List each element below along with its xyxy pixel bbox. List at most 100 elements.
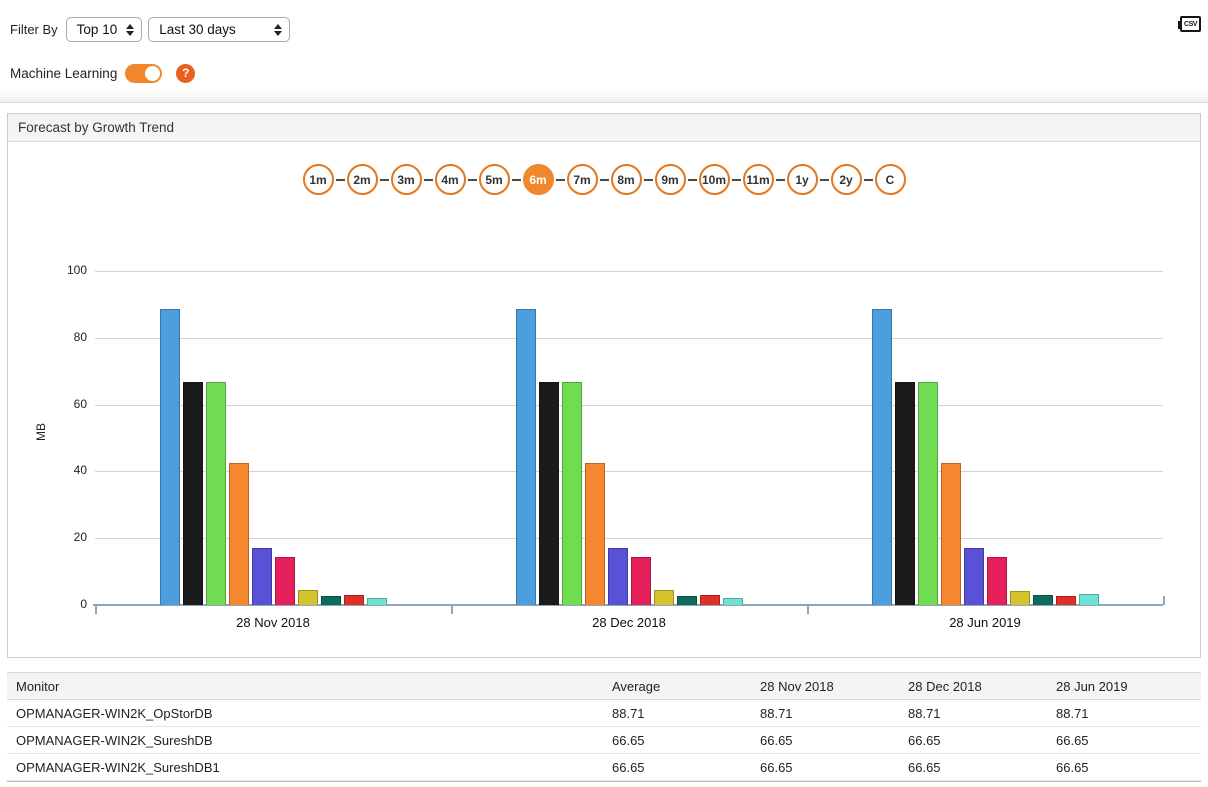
machine-learning-label: Machine Learning [10,65,118,81]
y-axis-label: MB [34,423,48,441]
value-cell: 66.65 [612,732,645,748]
range-button-2m[interactable]: 2m [346,164,378,195]
section-divider [0,90,1208,103]
table-row[interactable]: OPMANAGER-WIN2K_SureshDB1 66.65 66.65 66.65… [7,754,1201,781]
bar[interactable] [1032,594,1053,605]
bar[interactable] [607,548,628,605]
range-button-C[interactable]: C [874,164,906,195]
y-tick-label: 80 [73,329,87,344]
bar[interactable] [963,548,984,605]
x-axis-tick [451,605,453,614]
bar-group-1 [95,271,451,605]
range-connector [511,178,521,181]
bar[interactable] [297,589,318,605]
period-select[interactable]: Last 30 days [148,17,291,42]
range-connector [423,178,433,181]
bar[interactable] [1078,593,1099,605]
value-cell: 66.65 [908,732,941,748]
bar[interactable] [653,589,674,605]
top-n-selected-value: Top 10 [76,22,118,37]
bar[interactable] [871,308,892,605]
bar[interactable] [251,548,272,605]
bar[interactable] [584,463,605,605]
range-connector [731,178,741,181]
value-cell: 66.65 [760,759,793,775]
bar[interactable] [722,597,743,605]
range-connector [643,178,653,181]
x-axis-tick [1163,596,1165,605]
bar[interactable] [182,382,203,605]
range-button-2y[interactable]: 2y [830,164,862,195]
range-button-7m[interactable]: 7m [566,164,598,195]
bar-group-2 [451,271,807,605]
monitor-name-cell: OPMANAGER-WIN2K_OpStorDB [16,705,213,721]
range-connector [775,178,785,181]
range-button-6m[interactable]: 6m [522,164,554,195]
bar[interactable] [343,595,364,605]
bar[interactable] [274,556,295,605]
range-button-9m[interactable]: 9m [654,164,686,195]
range-button-1y[interactable]: 1y [786,164,818,195]
y-tick-label: 0 [80,597,87,611]
table-row[interactable]: OPMANAGER-WIN2K_SureshDB 66.65 66.65 66.65 6… [7,727,1201,754]
bar[interactable] [561,382,582,605]
bar[interactable] [1055,595,1076,605]
x-axis-label: 28 Nov 2018 [236,615,310,630]
bar[interactable] [917,382,938,605]
bar[interactable] [159,308,180,605]
bar[interactable] [515,308,536,605]
select-arrows-icon [274,23,283,36]
range-button-8m[interactable]: 8m [610,164,642,195]
toggle-knob [145,65,161,81]
column-header-monitor: Monitor [16,678,60,694]
csv-export-icon[interactable]: CSV [1178,16,1201,32]
range-connector [819,178,829,181]
x-axis-tick [95,605,97,614]
period-selected-value: Last 30 days [159,22,236,37]
bar[interactable] [538,382,559,605]
bar[interactable] [894,382,915,605]
range-button-1m[interactable]: 1m [302,164,334,195]
column-header-28-jun-2019: 28 Jun 2019 [1056,678,1128,694]
range-connector [555,178,565,181]
value-cell: 88.71 [760,705,793,721]
bar[interactable] [676,595,697,605]
y-tick-label: 40 [73,463,87,478]
range-connector [467,178,477,181]
x-axis-label: 28 Jun 2019 [949,615,1021,630]
bar[interactable] [320,595,341,605]
range-button-5m[interactable]: 5m [478,164,510,195]
machine-learning-toggle[interactable] [125,63,163,83]
value-cell: 88.71 [908,705,941,721]
bar[interactable] [940,463,961,605]
value-cell: 66.65 [1056,759,1089,775]
range-connector [335,178,345,181]
range-button-3m[interactable]: 3m [390,164,422,195]
bar[interactable] [1009,590,1030,605]
range-button-11m[interactable]: 11m [742,164,774,195]
y-tick-label: 60 [73,396,87,411]
bar[interactable] [205,382,226,605]
machine-learning-row: Machine Learning ? [0,46,1208,90]
bar[interactable] [228,463,249,605]
value-cell: 66.65 [760,732,793,748]
range-connector [379,178,389,181]
help-icon[interactable]: ? [176,63,196,83]
monitor-name-cell: OPMANAGER-WIN2K_SureshDB1 [16,759,220,775]
csv-icon-label: CSV [1184,20,1197,28]
table-row[interactable]: OPMANAGER-WIN2K_OpStorDB 88.71 88.71 88.71 8… [7,700,1201,727]
bar[interactable] [699,595,720,605]
range-connector [599,178,609,181]
top-n-select[interactable]: Top 10 [65,17,143,42]
range-button-4m[interactable]: 4m [434,164,466,195]
bar[interactable] [986,556,1007,605]
plot-area [93,271,1163,606]
bar[interactable] [630,556,651,605]
table-header-row: Monitor Average 28 Nov 2018 28 Dec 2018 28 J… [7,672,1201,700]
x-axis-label: 28 Dec 2018 [592,615,666,630]
filter-by-label: Filter By [10,22,58,37]
value-cell: 66.65 [908,759,941,775]
range-button-10m[interactable]: 10m [698,164,730,195]
bar[interactable] [366,597,387,605]
range-connector [687,178,697,181]
